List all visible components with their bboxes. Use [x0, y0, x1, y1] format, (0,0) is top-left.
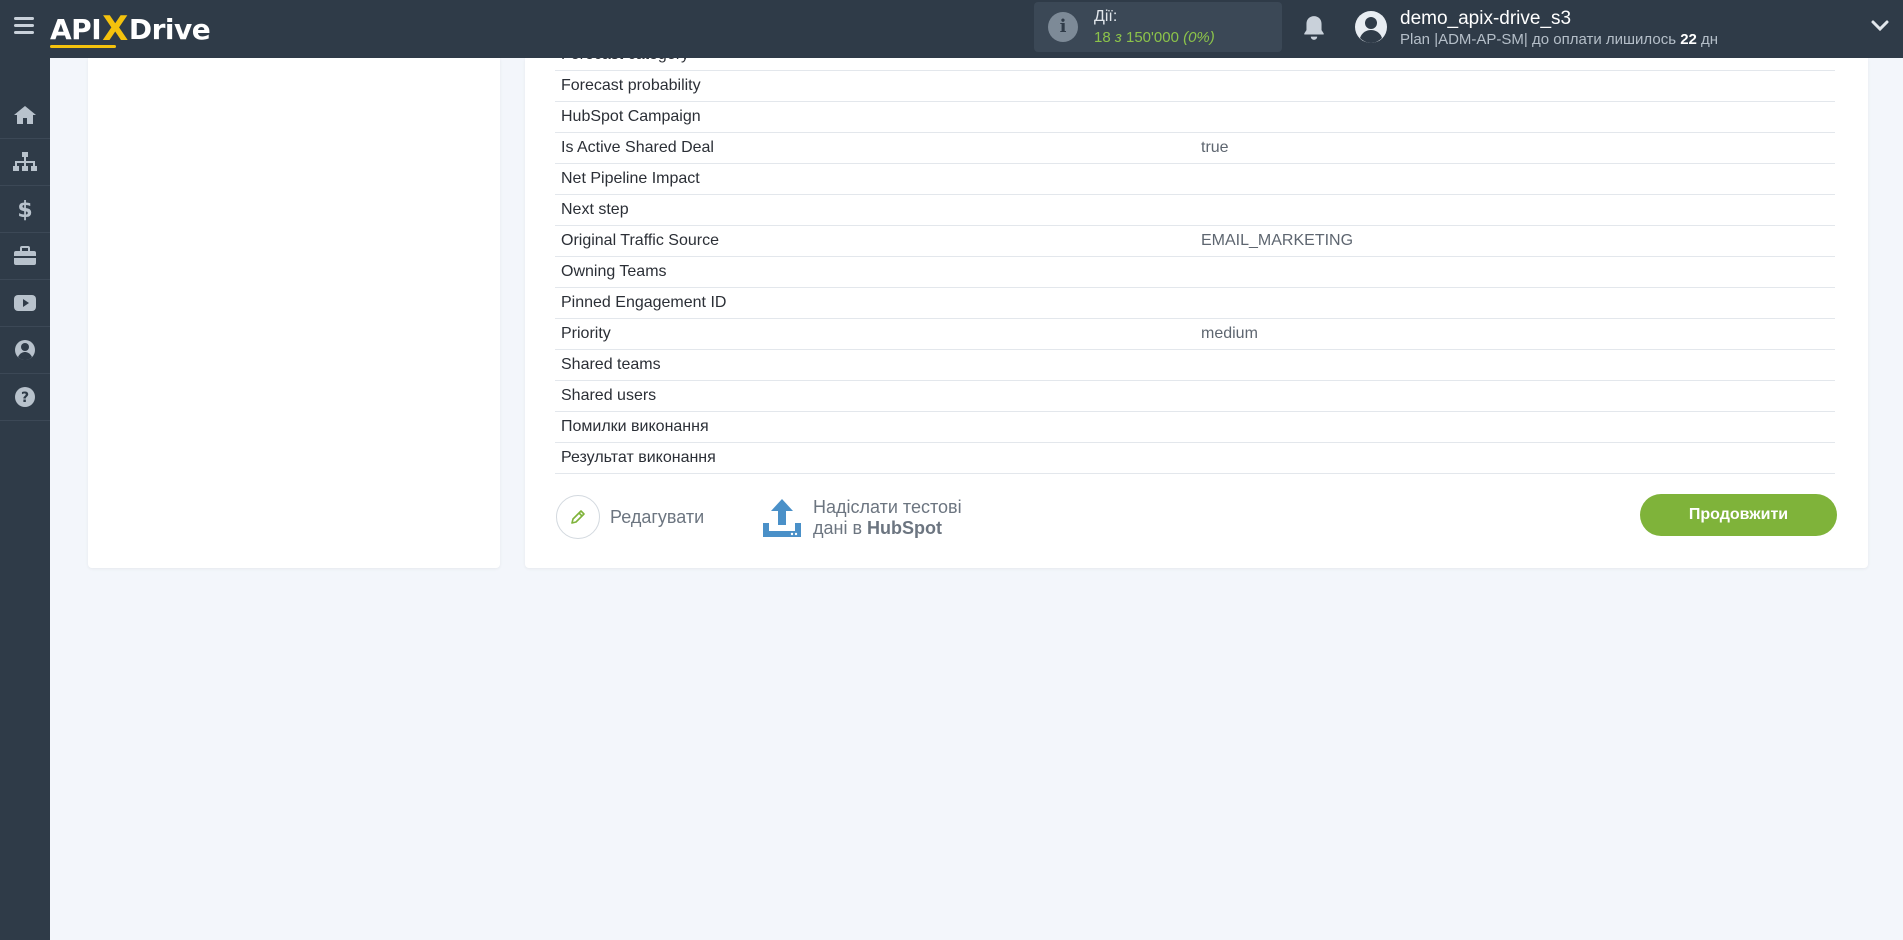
- logo-text-right: Drive: [128, 12, 211, 46]
- table-row: Owning Teams: [555, 257, 1835, 288]
- field-label: Forecast probability: [561, 77, 701, 94]
- user-name[interactable]: demo_apix-drive_s3: [1400, 8, 1571, 30]
- sitemap-icon: [13, 152, 37, 171]
- upload-icon: [763, 499, 801, 537]
- chevron-down-icon[interactable]: [1870, 18, 1890, 34]
- field-label: Original Traffic Source: [561, 232, 719, 249]
- table-row: Forecast probability: [555, 71, 1835, 102]
- table-row: HubSpot Campaign: [555, 102, 1835, 133]
- bell-icon[interactable]: [1301, 14, 1327, 42]
- send-line-2: дані в: [813, 518, 868, 538]
- apix-drive-logo[interactable]: API X Drive: [50, 9, 211, 49]
- send-line-1: Надіслати тестові: [813, 497, 962, 517]
- sidebar-item-help[interactable]: ?: [0, 374, 50, 421]
- sidebar-item-services[interactable]: [0, 233, 50, 280]
- table-row: Pinned Engagement ID: [555, 288, 1835, 319]
- send-test-data-button[interactable]: Надіслати тестові дані в HubSpot: [761, 494, 962, 542]
- field-label: Net Pipeline Impact: [561, 170, 700, 187]
- top-bar: API X Drive i Дії: 18 з 150'000 (0%) demo_…: [0, 0, 1903, 58]
- field-label: Priority: [561, 325, 611, 342]
- sidebar-item-video[interactable]: [0, 280, 50, 327]
- send-service-name: HubSpot: [867, 518, 943, 538]
- avatar-icon[interactable]: [1354, 10, 1388, 44]
- edit-circle: [556, 495, 600, 539]
- dollar-icon: $: [17, 198, 32, 221]
- fields-table: Forecast category Forecast probability Hub…: [555, 58, 1835, 474]
- field-label: HubSpot Campaign: [561, 108, 701, 125]
- field-value: true: [1201, 139, 1229, 156]
- user-icon: [15, 340, 35, 360]
- field-label: Forecast category: [561, 58, 689, 64]
- field-label: Результат виконання: [561, 449, 716, 466]
- help-icon: ?: [15, 387, 35, 407]
- actions-used: 18: [1094, 29, 1111, 46]
- table-row: Результат виконання: [555, 443, 1835, 474]
- table-row: Next step: [555, 195, 1835, 226]
- logo-text-left: API: [50, 12, 102, 46]
- table-row: Forecast category: [555, 58, 1835, 71]
- plan-text: Plan |ADM-AP-SM| до оплати лишилось: [1400, 31, 1681, 48]
- test-data-panel: Forecast category Forecast probability Hub…: [525, 58, 1868, 568]
- actions-limit: 150'000: [1126, 29, 1179, 46]
- user-plan: Plan |ADM-AP-SM| до оплати лишилось 22 д…: [1400, 31, 1718, 48]
- sidebar: $ ?: [0, 58, 50, 940]
- briefcase-icon: [14, 246, 36, 265]
- field-label: Pinned Engagement ID: [561, 294, 727, 311]
- table-row: Shared teams: [555, 350, 1835, 381]
- sidebar-item-home[interactable]: [0, 92, 50, 139]
- table-row: Net Pipeline Impact: [555, 164, 1835, 195]
- sidebar-item-account[interactable]: [0, 327, 50, 374]
- actions-counter: i Дії: 18 з 150'000 (0%): [1034, 2, 1282, 52]
- actions-count: 18 з 150'000 (0%): [1094, 29, 1215, 46]
- table-row: Shared users: [555, 381, 1835, 412]
- svg-text:?: ?: [21, 390, 29, 406]
- info-icon: i: [1048, 12, 1078, 42]
- table-row: Is Active Shared Deal true: [555, 133, 1835, 164]
- youtube-icon: [14, 295, 36, 311]
- field-label: Next step: [561, 201, 629, 218]
- sidebar-item-connections[interactable]: [0, 139, 50, 186]
- table-row: Помилки виконання: [555, 412, 1835, 443]
- table-row: Priority medium: [555, 319, 1835, 350]
- field-label: Shared users: [561, 387, 657, 404]
- plan-days-unit: дн: [1696, 31, 1719, 48]
- actions-label: Дії:: [1094, 8, 1118, 25]
- actions-percent: (0%): [1183, 29, 1215, 46]
- left-panel: [88, 58, 500, 568]
- edit-label: Редагувати: [610, 506, 705, 527]
- svg-text:$: $: [17, 198, 32, 221]
- hamburger-menu-icon[interactable]: [14, 17, 34, 35]
- logo-text-x: X: [102, 9, 128, 49]
- field-label: Owning Teams: [561, 263, 667, 280]
- logo-underline: [50, 45, 116, 48]
- actions-separator: з: [1110, 29, 1126, 46]
- field-value: EMAIL_MARKETING: [1201, 232, 1354, 249]
- field-label: Shared teams: [561, 356, 661, 373]
- sidebar-item-billing[interactable]: $: [0, 186, 50, 233]
- field-label: Is Active Shared Deal: [561, 139, 714, 156]
- plan-days: 22: [1680, 31, 1697, 48]
- send-test-data-label: Надіслати тестові дані в HubSpot: [813, 497, 962, 539]
- pencil-icon: [571, 510, 585, 524]
- field-label: Помилки виконання: [561, 418, 709, 435]
- field-value: medium: [1201, 325, 1258, 342]
- edit-button[interactable]: Редагувати: [556, 495, 704, 539]
- home-icon: [14, 106, 36, 124]
- continue-button[interactable]: Продовжити: [1640, 494, 1837, 536]
- table-row: Original Traffic Source EMAIL_MARKETING: [555, 226, 1835, 257]
